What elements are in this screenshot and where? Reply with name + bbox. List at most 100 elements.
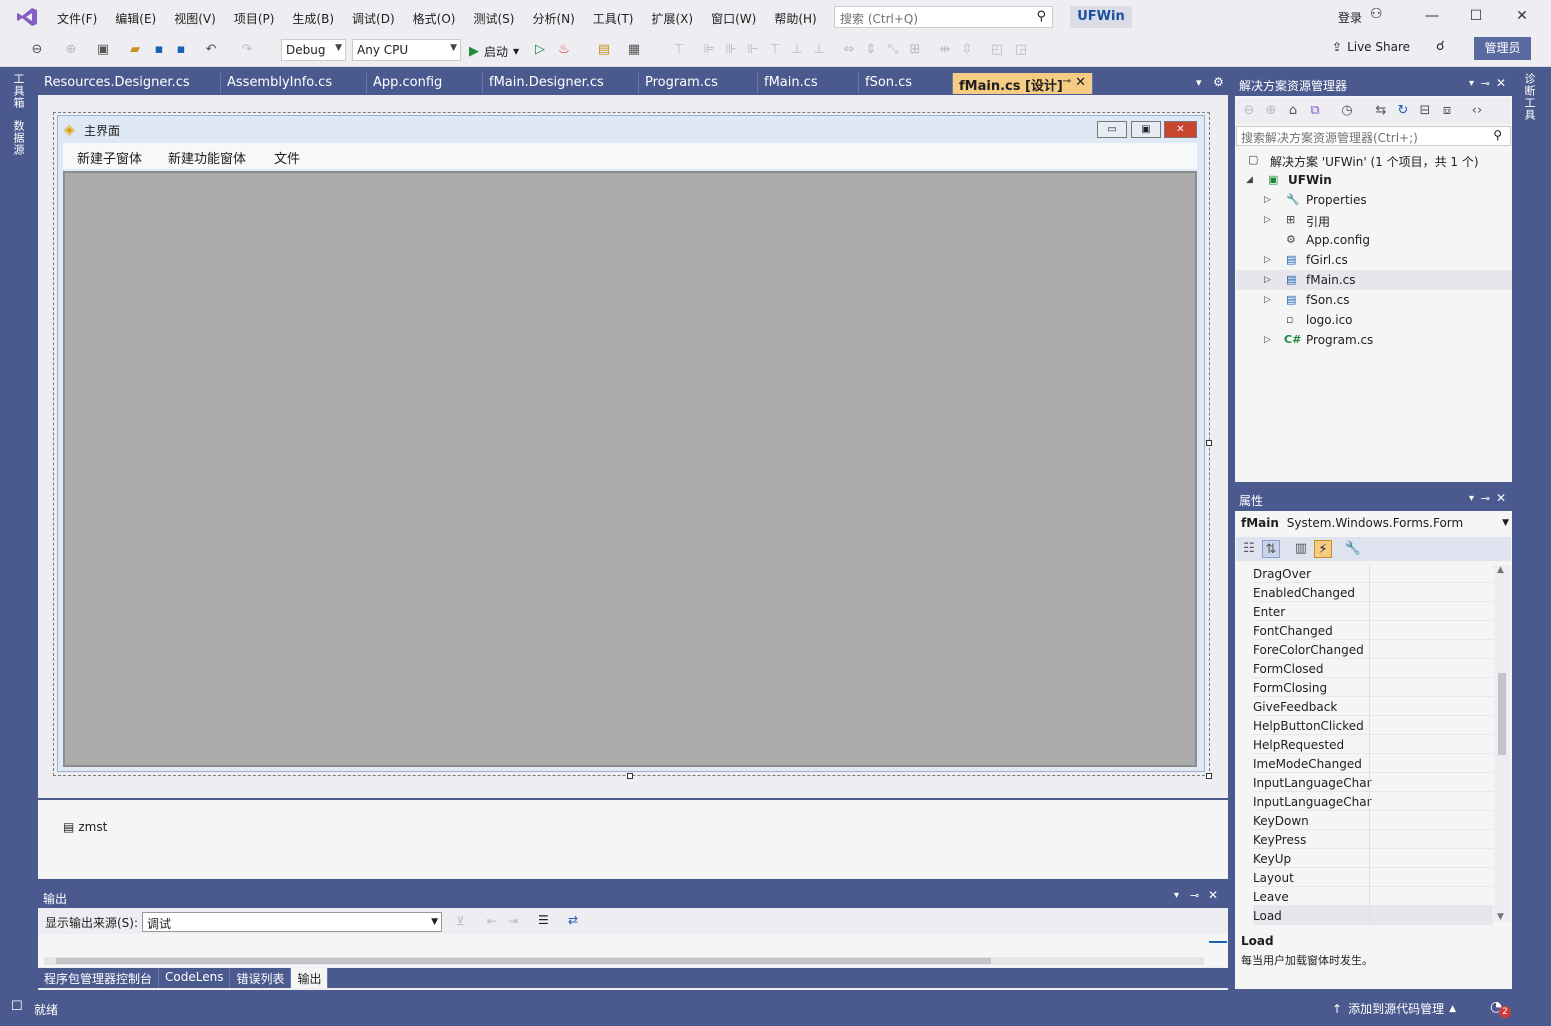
pin-icon[interactable]: ⊸ [1481,77,1490,90]
hot-reload-icon[interactable]: ♨ [555,41,573,59]
expanded-arrow-icon[interactable]: ◢ [1246,175,1253,185]
new-project-icon[interactable]: ▣ [94,41,112,59]
events-icon[interactable]: ⚡ [1314,540,1332,558]
tab-error-list[interactable]: 错误列表 [230,968,292,988]
output-source-select[interactable]: 调试 ▼ [142,912,442,932]
resize-handle-corner[interactable] [1206,773,1212,779]
alphabetical-icon[interactable]: ⇅ [1262,540,1280,558]
size-to-grid-icon[interactable]: ⊞ [906,41,924,59]
chevron-down-icon[interactable]: ▾ [1174,890,1179,901]
maximize-icon[interactable]: ☐ [1466,6,1486,26]
form-close-icon[interactable]: ✕ [1164,121,1197,138]
tree-solution[interactable]: ▢ 解决方案 'UFWin' (1 个项目，共 1 个) [1236,150,1512,170]
menu-window[interactable]: 窗口(W) [702,8,765,29]
tree-app-config[interactable]: ⚙ App.config [1236,230,1512,250]
bring-to-front-icon[interactable]: ◰ [988,41,1006,59]
event-handler-value[interactable] [1369,754,1493,773]
redo-icon[interactable]: ↷ [238,41,256,59]
solution-explorer-icon[interactable]: ▤ [595,41,613,59]
event-handler-value[interactable] [1369,716,1493,735]
signin-link[interactable]: 登录 [1338,9,1362,26]
event-handler-value[interactable] [1369,773,1493,792]
align-bottoms-icon[interactable]: ⊥ [810,41,828,59]
collapsed-arrow-icon[interactable]: ▷ [1264,335,1271,345]
sync-icon[interactable]: ⇆ [1372,102,1390,120]
pin-icon[interactable]: ⊸ [1063,76,1071,87]
home-icon[interactable]: ⌂ [1284,102,1302,120]
solution-search-input[interactable]: 搜索解决方案资源管理器(Ctrl+;) ⚲ [1236,126,1511,146]
data-sources-tab[interactable]: 数据源 [10,120,26,156]
align-lefts-icon[interactable]: ⊫ [700,41,718,59]
menu-edit[interactable]: 编辑(E) [106,8,165,29]
form-menu-new-child[interactable]: 新建子窗体 [77,148,142,167]
add-to-source-control-button[interactable]: ↑ 添加到源代码管理 ▲ [1332,1000,1456,1017]
event-handler-value[interactable] [1369,811,1493,830]
property-pages-icon[interactable]: 🔧 [1344,540,1362,558]
collapsed-arrow-icon[interactable]: ▷ [1264,195,1271,205]
scrollbar-thumb[interactable] [1498,673,1506,755]
collapse-all-icon[interactable]: ⊟ [1416,102,1434,120]
close-icon[interactable]: ✕ [1496,76,1506,90]
horizontal-scrollbar[interactable] [44,957,1204,965]
tab-program[interactable]: Program.cs [639,73,758,94]
save-all-icon[interactable]: ▪ [172,41,190,59]
tab-package-manager[interactable]: 程序包管理器控制台 [38,968,160,988]
menu-file[interactable]: 文件(F) [48,8,106,29]
forward-icon[interactable]: ⊕ [62,41,80,59]
scroll-up-icon[interactable]: ▲ [1497,565,1504,575]
gear-icon[interactable]: ⚙ [1213,75,1224,89]
event-handler-value[interactable] [1369,868,1493,887]
feedback-icon[interactable]: ☌ [1436,39,1445,54]
pin-icon[interactable]: ⊸ [1481,492,1490,505]
send-to-back-icon[interactable]: ◲ [1012,41,1030,59]
collapsed-arrow-icon[interactable]: ▷ [1264,215,1271,225]
align-grid-icon[interactable]: ⊤ [670,41,688,59]
event-handler-value[interactable] [1369,906,1493,925]
scroll-down-icon[interactable]: ▼ [1497,912,1504,922]
pin-icon[interactable]: ⊸ [1190,889,1199,902]
refresh-icon[interactable]: ↻ [1394,102,1412,120]
close-icon[interactable]: ✕ [1208,888,1218,902]
collapsed-arrow-icon[interactable]: ▷ [1264,295,1271,305]
form-maximize-icon[interactable]: ▣ [1131,121,1161,138]
tab-assemblyinfo[interactable]: AssemblyInfo.cs [221,73,367,94]
pending-changes-icon[interactable]: ◷ [1338,102,1356,120]
event-handler-value[interactable] [1369,640,1493,659]
properties-icon[interactable]: ▥ [1292,540,1310,558]
scrollbar-thumb[interactable] [56,958,991,964]
menu-format[interactable]: 格式(O) [404,8,465,29]
menu-debug[interactable]: 调试(D) [343,8,404,29]
event-handler-value[interactable] [1369,602,1493,621]
tree-project[interactable]: ◢ ▣ UFWin [1236,170,1512,190]
align-tops-icon[interactable]: ⊤ [766,41,784,59]
close-icon[interactable]: ✕ [1075,75,1086,90]
menu-view[interactable]: 视图(V) [165,8,225,29]
event-handler-value[interactable] [1369,678,1493,697]
form-menu-new-function[interactable]: 新建功能窗体 [168,148,246,167]
forward-icon[interactable]: ⊕ [1262,102,1280,120]
tab-codelens[interactable]: CodeLens [159,968,231,988]
resize-handle-right[interactable] [1206,440,1212,446]
event-handler-value[interactable] [1369,735,1493,754]
word-wrap-icon[interactable]: ⇄ [568,913,578,927]
event-handler-value[interactable] [1369,583,1493,602]
tree-fgirl[interactable]: ▷ ▤ fGirl.cs [1236,250,1512,270]
collapsed-arrow-icon[interactable]: ▷ [1264,275,1271,285]
person-icon[interactable]: ⚇ [1370,6,1383,22]
switch-views-icon[interactable]: ⧉ [1306,102,1324,120]
platform-select[interactable]: Any CPU ▼ [352,39,461,61]
tree-references[interactable]: ▷ ⊞ 引用 [1236,210,1512,230]
tab-resources-designer[interactable]: Resources.Designer.cs [38,73,221,94]
vertical-scrollbar[interactable]: ▲ ▼ [1494,565,1510,922]
save-icon[interactable]: ▪ [150,41,168,59]
event-handler-value[interactable] [1369,887,1493,906]
tab-output[interactable]: 输出 [291,968,329,988]
tab-fmain-designer[interactable]: fMain.Designer.cs [483,73,639,94]
previous-message-icon[interactable]: ⇤ [487,914,497,928]
visual-studio-logo-icon[interactable] [16,6,38,28]
start-without-debugging-icon[interactable]: ▷ [531,41,549,59]
code-view-icon[interactable]: ‹› [1468,102,1486,120]
event-handler-value[interactable] [1369,659,1493,678]
layout-icon[interactable]: ▦ [625,41,643,59]
collapsed-arrow-icon[interactable]: ▷ [1264,255,1271,265]
